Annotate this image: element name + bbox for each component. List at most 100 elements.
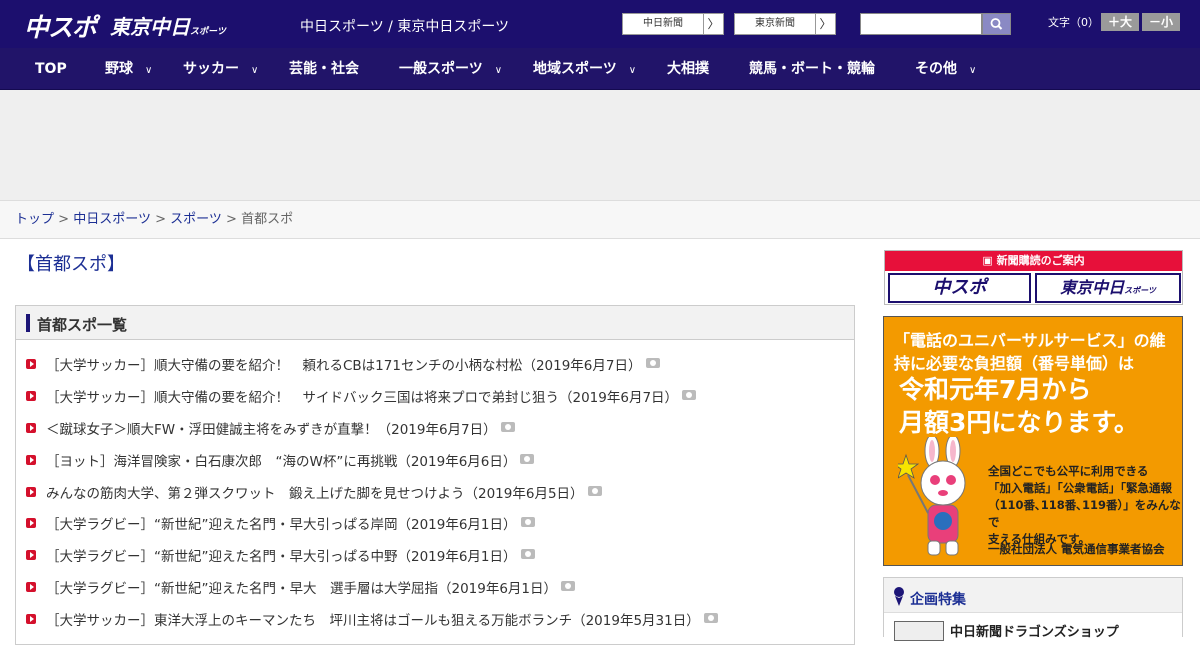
- arrow-bullet-icon: [26, 455, 36, 465]
- camera-icon: [520, 549, 535, 559]
- camera-icon: [703, 613, 718, 623]
- search-input[interactable]: [860, 13, 982, 35]
- subscription-heading: ▣ 新聞購読のご案内: [885, 251, 1182, 271]
- ad-description-line: 「加入電話」「公衆電話」「緊急通報: [988, 481, 1172, 495]
- chunichi-shimbun-label: 中日新聞: [643, 18, 683, 29]
- chevron-down-icon: ∨: [145, 65, 153, 76]
- nav-item-label: 芸能・社会: [289, 61, 359, 77]
- nav-item-label: サッカー: [183, 61, 239, 77]
- subscription-banner: ▣ 新聞購読のご案内 中スポ 東京中日スポーツ: [884, 250, 1183, 305]
- font-larger-button[interactable]: ＋大: [1101, 13, 1139, 31]
- breadcrumb-top[interactable]: トップ: [15, 212, 54, 227]
- tokyo-chunichi-logo[interactable]: 東京中日スポーツ: [110, 11, 226, 40]
- article-title: ［ヨット］海洋冒険家・白石康次郎 “海のW杯”に再挑戦（2019年6月6日）: [46, 454, 517, 470]
- arrow-bullet-icon: [26, 550, 36, 560]
- nav-item-label: 野球: [105, 61, 133, 77]
- font-size-label: 文字（0）: [1048, 16, 1099, 29]
- nav-item-other[interactable]: その他 ∨: [915, 48, 976, 90]
- nav-item-regional-sports[interactable]: 地域スポーツ ∨: [533, 48, 636, 90]
- camera-icon: [587, 486, 602, 496]
- article-link[interactable]: ［大学ラグビー］“新世紀”迎えた名門・早大引っぱる岸岡（2019年6月1日）: [46, 513, 535, 533]
- chevron-right-icon: 〉: [815, 14, 835, 34]
- nav-item-baseball[interactable]: 野球 ∨: [105, 48, 152, 90]
- main-nav: TOP 野球 ∨ サッカー ∨ 芸能・社会 一般スポーツ ∨ 地域スポーツ ∨ 大相撲 …: [0, 48, 1200, 90]
- nav-item-label: 一般スポーツ: [399, 61, 483, 77]
- camera-icon: [500, 422, 515, 432]
- nav-item-label: その他: [915, 61, 957, 77]
- ad-main-line: 令和元年7月から: [899, 375, 1092, 404]
- chevron-down-icon: ∨: [494, 65, 503, 76]
- ad-description: 全国どこでも公平に利用できる 「加入電話」「公衆電話」「緊急通報 （110番､1…: [988, 463, 1182, 548]
- tokyo-shimbun-link[interactable]: 東京新聞 〉: [734, 13, 836, 35]
- article-title: ［大学サッカー］順大守備の要を紹介！ 頼れるCBは171センチの小柄な村松（20…: [46, 358, 642, 374]
- breadcrumb-separator: >: [226, 212, 237, 227]
- feature-heading: 企画特集: [910, 592, 966, 608]
- breadcrumb-sports[interactable]: スポーツ: [170, 212, 222, 227]
- article-link[interactable]: ［大学サッカー］順大守備の要を紹介！ 頼れるCBは171センチの小柄な村松（20…: [46, 354, 660, 374]
- camera-icon: [645, 358, 660, 368]
- article-title: ［大学サッカー］順大守備の要を紹介！ サイドバック三国は将来プロで弟封じ狙う（2…: [46, 390, 679, 406]
- article-list-heading: 首都スポ一覧: [37, 316, 128, 334]
- nav-item-racing[interactable]: 競馬・ボート・競輪: [749, 48, 875, 90]
- article-link[interactable]: ［大学ラグビー］“新世紀”迎えた名門・早大 選手層は大学屈指（2019年6月1日…: [46, 577, 576, 597]
- font-smaller-button[interactable]: －小: [1142, 13, 1180, 31]
- arrow-bullet-icon: [26, 359, 36, 369]
- chuspo-logo[interactable]: 中スポ: [24, 8, 97, 44]
- breadcrumb-chunichi-sports[interactable]: 中日スポーツ: [73, 212, 151, 227]
- page-title: 【首都スポ】: [17, 254, 125, 275]
- arrow-bullet-icon: [26, 614, 36, 624]
- nav-item-soccer[interactable]: サッカー ∨: [183, 48, 258, 90]
- ad-main-message: 令和元年7月から 月額3円になります。: [899, 373, 1139, 439]
- tokyo-shimbun-label: 東京新聞: [755, 18, 795, 29]
- breadcrumb-current: 首都スポ: [241, 212, 294, 227]
- arrow-bullet-icon: [26, 423, 36, 433]
- nav-item-label: TOP: [35, 61, 67, 77]
- chevron-down-icon: ∨: [251, 65, 259, 76]
- nav-item-top[interactable]: TOP: [35, 48, 67, 90]
- article-title: ［大学ラグビー］“新世紀”迎えた名門・早大引っぱる中野（2019年6月1日）: [46, 549, 517, 565]
- ad-sponsor: 一般社団法人 電気通信事業者協会: [988, 542, 1165, 556]
- rabbit-mascot-icon: [898, 437, 966, 556]
- newspaper-icon: ▣: [982, 254, 997, 267]
- camera-icon: [520, 454, 535, 464]
- camera-icon: [561, 581, 576, 591]
- site-header: 中スポ 東京中日スポーツ 中日スポーツ / 東京中日スポーツ 中日新聞 〉 東京…: [0, 0, 1200, 48]
- article-title: みんなの筋肉大学、第２弾スクワット 鍛え上げた脚を見せつけよう（2019年6月5…: [46, 486, 584, 502]
- feature-item-title: 中日新聞ドラゴンズショップ: [950, 625, 1119, 640]
- ad-banner-space: [0, 90, 1200, 200]
- nav-item-entertainment[interactable]: 芸能・社会: [289, 48, 359, 90]
- article-link[interactable]: ［大学サッカー］順大守備の要を紹介！ サイドバック三国は将来プロで弟封じ狙う（2…: [46, 386, 697, 406]
- article-title: ［大学ラグビー］“新世紀”迎えた名門・早大 選手層は大学屈指（2019年6月1日…: [46, 581, 558, 597]
- feature-item[interactable]: 中日新聞ドラゴンズショップ: [884, 612, 1182, 642]
- ad-description-line: （110番､118番､119番）」をみんなで: [988, 498, 1181, 529]
- tokyo-chunichi-logo-text: 東京中日: [110, 15, 190, 39]
- chevron-down-icon: ∨: [628, 65, 637, 76]
- nav-item-sumo[interactable]: 大相撲: [667, 48, 709, 90]
- article-link[interactable]: ＜蹴球女子＞順大FW・浮田健誠主将をみずきが直撃！（2019年6月7日）: [46, 418, 515, 438]
- nav-item-general-sports[interactable]: 一般スポーツ ∨: [399, 48, 502, 90]
- subscribe-tokyo-chunichi-button[interactable]: 東京中日スポーツ: [1035, 273, 1181, 303]
- heading-accent-bar: [26, 314, 30, 332]
- ad-main-line: 月額3円になります。: [899, 408, 1139, 437]
- universal-service-ad[interactable]: 「電話のユニバーサルサービス」の維持に必要な負担額（番号単価）は 令和元年7月か…: [883, 316, 1183, 566]
- breadcrumb: トップ > 中日スポーツ > スポーツ > 首都スポ: [0, 200, 1200, 239]
- arrow-bullet-icon: [26, 518, 36, 528]
- chunichi-shimbun-link[interactable]: 中日新聞 〉: [622, 13, 724, 35]
- feature-thumbnail: [894, 621, 944, 641]
- nav-item-label: 大相撲: [667, 61, 709, 77]
- subscribe-chuspo-button[interactable]: 中スポ: [888, 273, 1031, 303]
- article-list-header: 首都スポ一覧: [16, 306, 854, 340]
- article-link[interactable]: ［大学ラグビー］“新世紀”迎えた名門・早大引っぱる中野（2019年6月1日）: [46, 545, 535, 565]
- tokyo-chunichi-logo-sub: スポーツ: [190, 27, 226, 37]
- site-title: 中日スポーツ / 東京中日スポーツ: [300, 19, 510, 35]
- arrow-bullet-icon: [26, 487, 36, 497]
- article-link[interactable]: みんなの筋肉大学、第２弾スクワット 鍛え上げた脚を見せつけよう（2019年6月5…: [46, 482, 602, 502]
- ad-headline: 「電話のユニバーサルサービス」の維持に必要な負担額（番号単価）は: [894, 331, 1166, 373]
- article-link[interactable]: ［大学サッカー］東洋大浮上のキーマンたち 坪川主将はゴールも狙える万能ボランチ（…: [46, 609, 718, 629]
- article-list: 首都スポ一覧 ［大学サッカー］順大守備の要を紹介！ 頼れるCBは171センチの小…: [15, 305, 855, 645]
- search-button[interactable]: [982, 13, 1011, 35]
- camera-icon: [520, 517, 535, 527]
- search-icon: [990, 18, 1003, 30]
- article-link[interactable]: ［ヨット］海洋冒険家・白石康次郎 “海のW杯”に再挑戦（2019年6月6日）: [46, 450, 535, 470]
- nav-item-label: 地域スポーツ: [533, 61, 617, 77]
